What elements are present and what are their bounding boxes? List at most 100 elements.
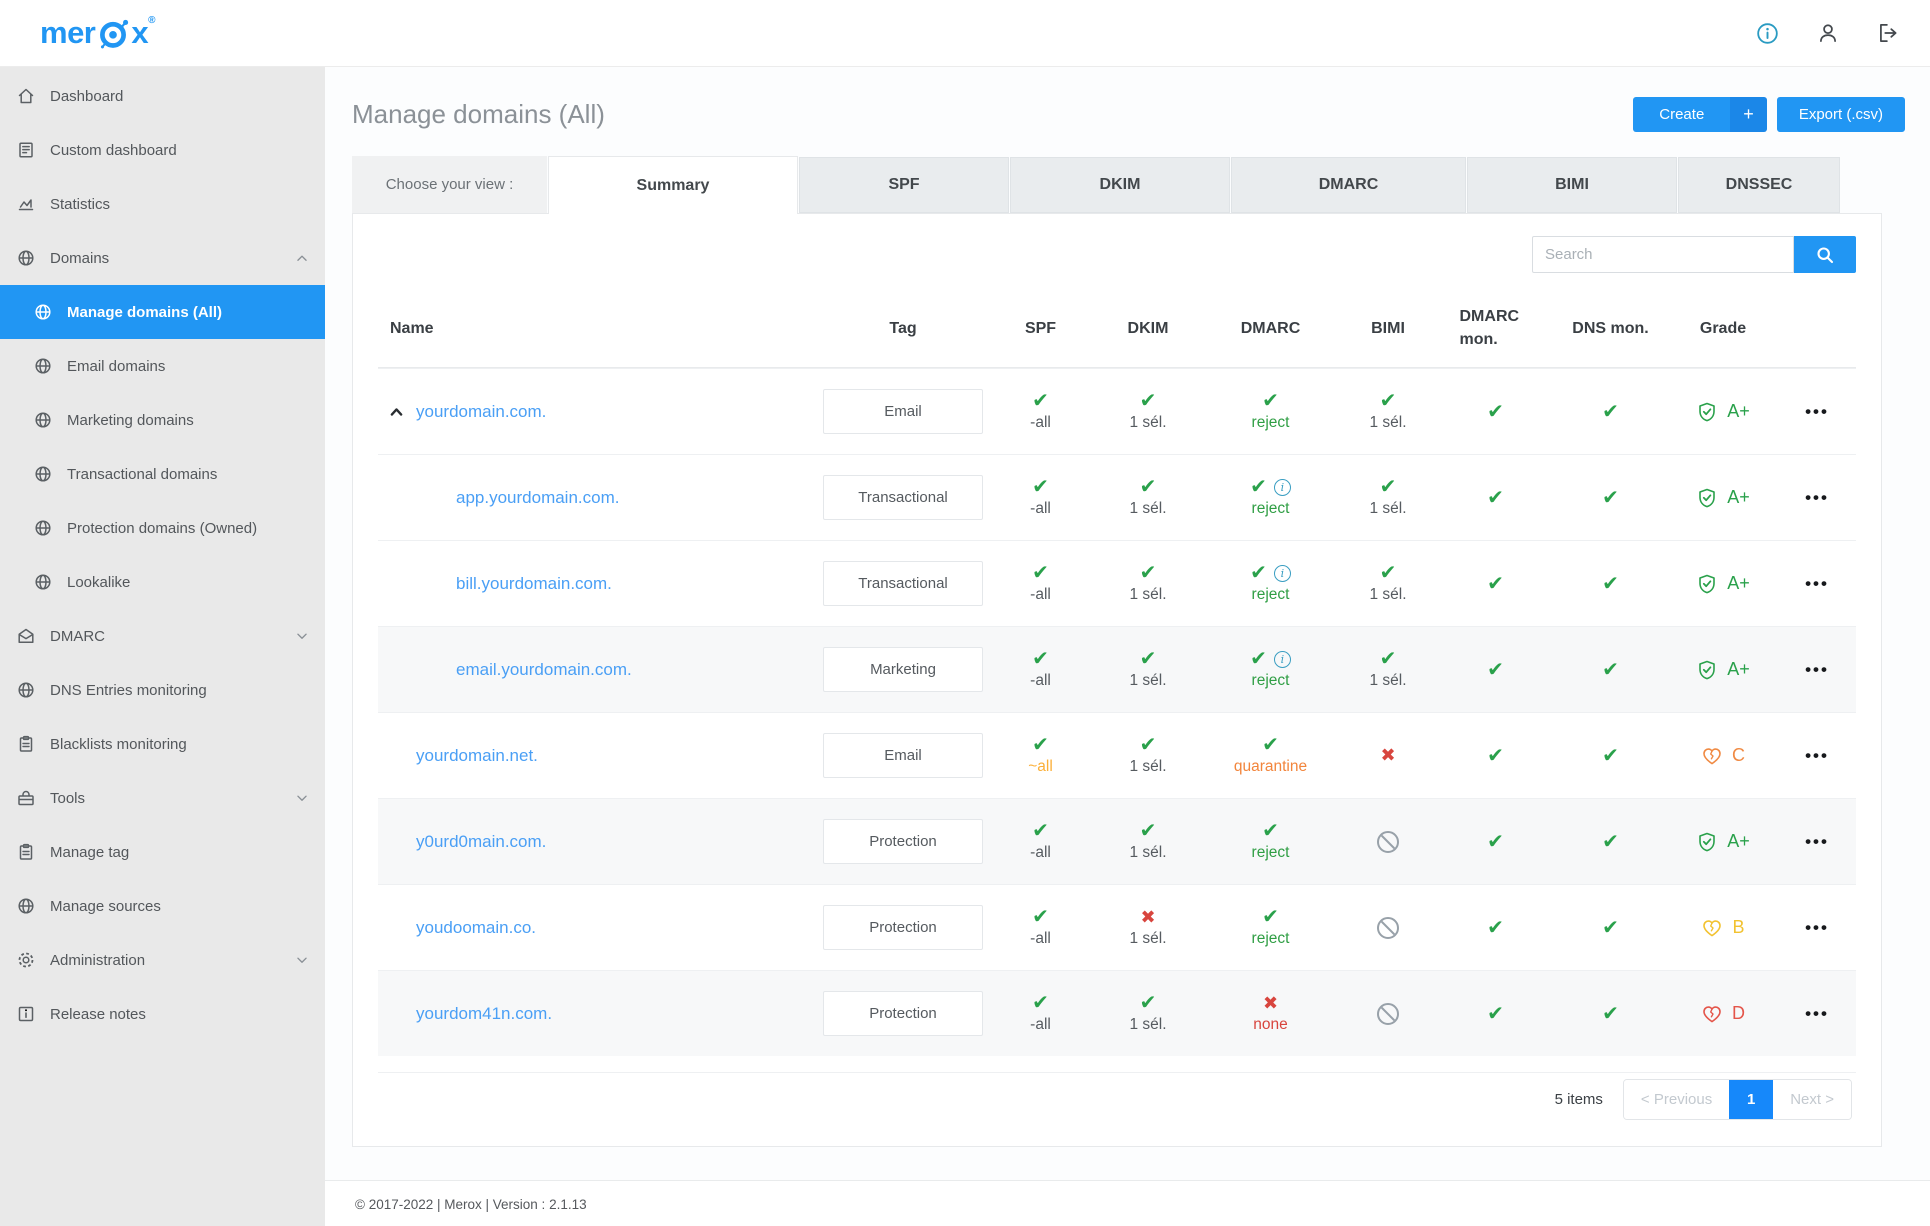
domain-link[interactable]: yourdomain.com. [416, 402, 546, 422]
tabs-caption: Choose your view : [352, 156, 547, 213]
sidebar-item-dashboard[interactable]: Dashboard [0, 69, 325, 123]
next-page-button[interactable]: Next > [1773, 1080, 1851, 1120]
row-actions-button[interactable]: ••• [1805, 488, 1829, 508]
check-icon [1602, 1004, 1619, 1024]
row-actions-button[interactable]: ••• [1805, 574, 1829, 594]
sidebar-item-custom-dashboard[interactable]: Custom dashboard [0, 123, 325, 177]
grade-badge: D [1701, 1003, 1745, 1025]
sidebar-item-manage-domains-all[interactable]: Manage domains (All) [0, 285, 325, 339]
tab-bimi[interactable]: BIMI [1467, 157, 1677, 213]
info-icon[interactable] [1755, 21, 1780, 46]
sidebar-item-manage-sources[interactable]: Manage sources [0, 879, 325, 933]
tab-dkim[interactable]: DKIM [1010, 157, 1230, 213]
sidebar-item-marketing-domains[interactable]: Marketing domains [0, 393, 325, 447]
tab-spf[interactable]: SPF [799, 157, 1009, 213]
page-title: Manage domains (All) [352, 99, 605, 129]
pagination: 5 items < Previous 1 Next > [378, 1072, 1856, 1128]
check-icon [1602, 402, 1619, 422]
sidebar-item-protection-domains[interactable]: Protection domains (Owned) [0, 501, 325, 555]
tab-dnssec[interactable]: DNSSEC [1678, 157, 1840, 213]
sidebar-item-release-notes[interactable]: Release notes [0, 987, 325, 1041]
sidebar-item-label: Statistics [50, 195, 111, 213]
domain-link[interactable]: y0urd0main.com. [416, 832, 546, 852]
sidebar-item-label: Release notes [50, 1005, 146, 1023]
copyright-text: © 2017-2022 | Merox | Version : 2.1.13 [355, 1197, 587, 1212]
check-icon [1487, 746, 1504, 766]
heart-crack-icon [1701, 745, 1723, 767]
domain-link[interactable]: yourdomain.net. [416, 746, 538, 766]
search-input[interactable] [1532, 236, 1794, 273]
sidebar-item-domains[interactable]: Domains [0, 231, 325, 285]
sidebar-item-statistics[interactable]: Statistics [0, 177, 325, 231]
sidebar-item-transactional-domains[interactable]: Transactional domains [0, 447, 325, 501]
x-icon [1263, 994, 1278, 1013]
domain-link[interactable]: email.yourdomain.com. [456, 660, 632, 680]
check-icon [1032, 563, 1049, 583]
create-button[interactable]: Create + [1633, 97, 1767, 132]
clipboard-icon [16, 734, 36, 754]
previous-page-button[interactable]: < Previous [1623, 1080, 1730, 1120]
check-icon [1032, 649, 1049, 669]
row-actions-button[interactable]: ••• [1805, 918, 1829, 938]
check-icon [1487, 1004, 1504, 1024]
tab-dmarc[interactable]: DMARC [1231, 157, 1466, 213]
sidebar-item-label: Protection domains (Owned) [67, 519, 258, 537]
sidebar-item-manage-tag[interactable]: Manage tag [0, 825, 325, 879]
export-csv-button[interactable]: Export (.csv) [1776, 97, 1905, 132]
shield-check-icon [1696, 659, 1718, 681]
current-page-button[interactable]: 1 [1729, 1080, 1774, 1120]
x-icon [1380, 746, 1395, 765]
tag-badge: Email [823, 733, 983, 779]
chevron-down-icon [293, 951, 311, 969]
tab-summary[interactable]: Summary [548, 156, 798, 214]
table-row: youdoomain.co. Protection -all 1 sél. re… [378, 884, 1856, 970]
row-actions-button[interactable]: ••• [1805, 660, 1829, 680]
sidebar-item-dns-entries-monitoring[interactable]: DNS Entries monitoring [0, 663, 325, 717]
row-actions-button[interactable]: ••• [1805, 402, 1829, 422]
domain-link[interactable]: app.yourdomain.com. [456, 488, 619, 508]
row-actions-button[interactable]: ••• [1805, 832, 1829, 852]
user-icon[interactable] [1816, 21, 1840, 45]
ban-icon [1377, 1002, 1399, 1025]
domain-link[interactable]: youdoomain.co. [416, 918, 536, 938]
grade-badge: A+ [1696, 659, 1750, 681]
check-icon [1602, 832, 1619, 852]
chart-icon [16, 194, 36, 214]
row-actions-button[interactable]: ••• [1805, 1004, 1829, 1024]
sidebar-item-lookalike[interactable]: Lookalike [0, 555, 325, 609]
info-icon[interactable]: i [1273, 564, 1291, 582]
logout-icon[interactable] [1876, 21, 1900, 45]
check-icon [1250, 563, 1267, 583]
check-icon [1487, 402, 1504, 422]
domain-link[interactable]: bill.yourdomain.com. [456, 574, 612, 594]
sidebar-item-blacklists-monitoring[interactable]: Blacklists monitoring [0, 717, 325, 771]
check-icon [1250, 649, 1267, 669]
tag-badge: Protection [823, 991, 983, 1037]
search-icon [1815, 245, 1835, 265]
column-header-dns-mon: DNS mon. [1572, 319, 1649, 337]
info-square-icon [16, 1004, 36, 1024]
table-header: Name Tag SPF DKIM DMARC BIMI DMARC mon. … [378, 291, 1856, 369]
sidebar-item-label: DNS Entries monitoring [50, 681, 207, 699]
sidebar-item-tools[interactable]: Tools [0, 771, 325, 825]
sidebar-item-label: Domains [50, 249, 110, 267]
search-button[interactable] [1794, 236, 1856, 273]
collapse-caret-icon[interactable] [388, 403, 405, 420]
domain-link[interactable]: yourdom41n.com. [416, 1004, 552, 1024]
logo-orbit-icon [96, 17, 130, 51]
sidebar-item-label: Marketing domains [67, 411, 194, 429]
copyright-bar: © 2017-2022 | Merox | Version : 2.1.13 [325, 1180, 1930, 1226]
check-icon [1380, 563, 1397, 583]
sidebar-item-dmarc[interactable]: DMARC [0, 609, 325, 663]
sidebar-item-administration[interactable]: Administration [0, 933, 325, 987]
table-row: yourdomain.net. Email ~all 1 sél. quaran… [378, 712, 1856, 798]
globe-icon [33, 518, 53, 538]
info-icon[interactable]: i [1273, 478, 1291, 496]
table-row: yourdom41n.com. Protection -all 1 sél. n… [378, 970, 1856, 1057]
check-icon [1487, 574, 1504, 594]
check-icon [1262, 907, 1279, 927]
info-icon[interactable]: i [1273, 650, 1291, 668]
sidebar-item-email-domains[interactable]: Email domains [0, 339, 325, 393]
document-icon [16, 140, 36, 160]
row-actions-button[interactable]: ••• [1805, 746, 1829, 766]
